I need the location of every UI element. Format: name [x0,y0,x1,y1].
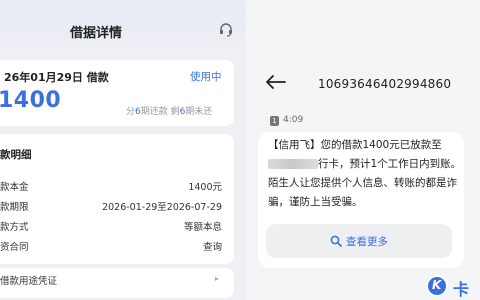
repay-method-label: 款方式 [0,222,29,233]
repay-method-value: 等额本息 [183,222,222,233]
sim-card-icon: 1 [270,116,279,126]
principal-value: 1400元 [188,182,222,193]
watermark-logo-mark: K [432,278,442,292]
message-text: 【信用飞】您的借款1400元已放款至行卡，预计1个工作日内到账。陌生人让您提供个… [268,139,462,208]
app-header [0,0,246,58]
status-badge: 使用中 [190,71,222,83]
contract-query-link[interactable]: 查询 [203,239,222,253]
customer-service-icon[interactable] [218,22,234,38]
loan-detail-panel [0,0,246,300]
redacted-bank-name [268,159,318,169]
installment-summary: 分6期还款 剩6期未还 [126,107,213,117]
sender-number: 10693646402994860 [318,77,452,91]
page-title: 借据详情 [70,26,123,41]
term-value: 2026-01-29至2026-07-29 [102,202,222,213]
screenshot-canvas: 借据详情 26年01月29日 借款 使用中 1400 分6期还款 剩6期未还 款… [0,0,480,300]
search-icon [330,235,342,247]
term-label: 款期限 [0,202,29,213]
watermark-text: 卡 [453,280,470,299]
loan-amount: 1400 [0,88,62,113]
detail-section-title: 款明细 [0,149,32,161]
chevron-right-icon: ▸ [215,274,220,283]
contract-label: 资合同 [0,242,29,253]
loan-date-label: 26年01月29日 借款 [4,71,109,84]
back-arrow-icon[interactable] [266,75,286,89]
principal-label: 款本金 [0,182,29,193]
voucher-label[interactable]: 借款用途凭证 [0,273,57,287]
view-more-label: 查看更多 [346,236,388,248]
message-time: 4:09 [283,115,304,125]
